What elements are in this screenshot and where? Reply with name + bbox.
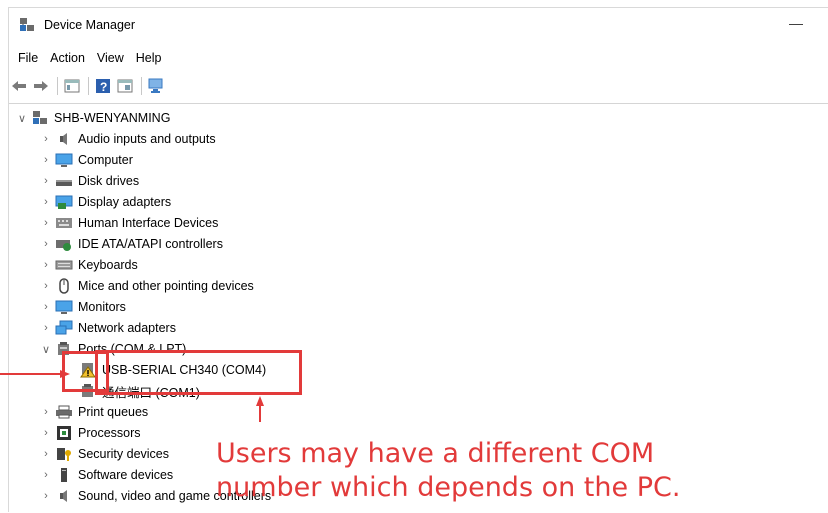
annotation-box-label — [95, 350, 302, 395]
annotation-overlay — [0, 370, 264, 422]
annotation-text-line1: Users may have a different COM — [216, 438, 655, 469]
annotation-text-line2: number which depends on the PC. — [216, 472, 681, 503]
annotation-arrowhead-up — [256, 396, 264, 406]
